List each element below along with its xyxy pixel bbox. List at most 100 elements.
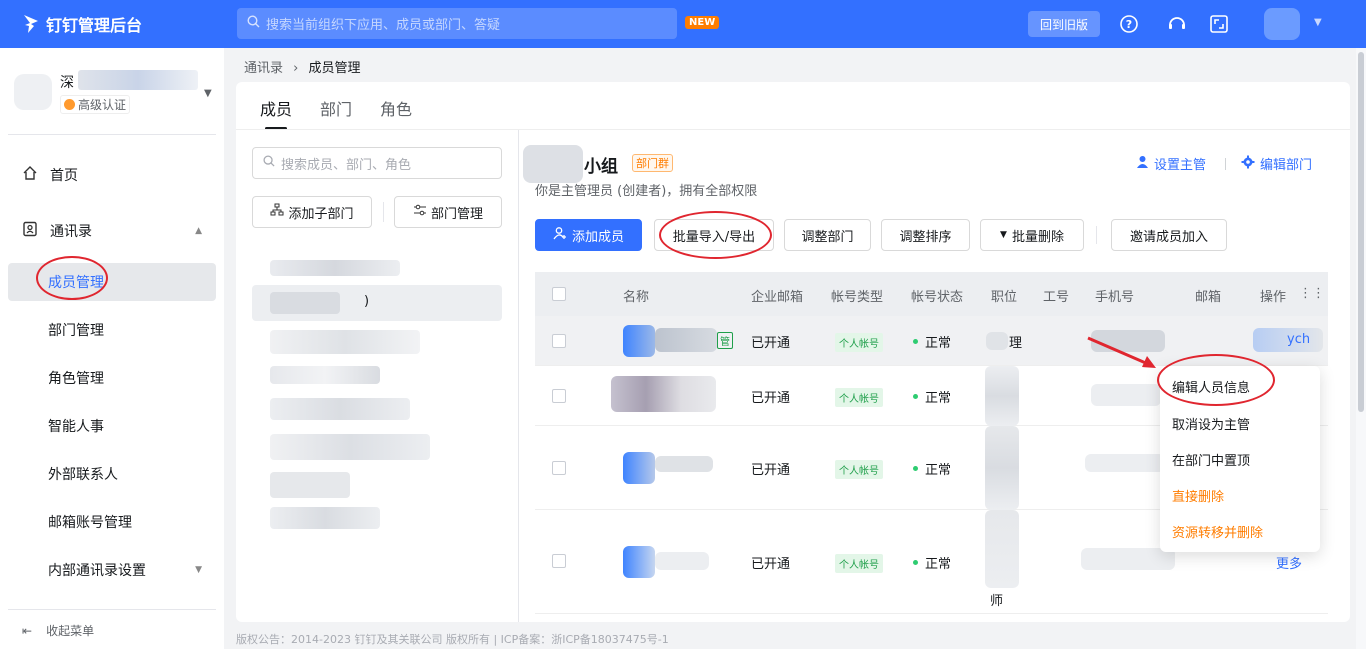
help-icon[interactable]: ? (1118, 13, 1140, 35)
member-name-redacted (611, 376, 716, 412)
breadcrumb: 通讯录 › 成员管理 (244, 57, 361, 76)
dept-tree-item[interactable] (270, 260, 400, 276)
annotation-circle (659, 211, 772, 259)
sidebar-item-mailbox-accounts[interactable]: 邮箱账号管理 (0, 503, 224, 541)
col-job-number[interactable]: 工号 (1043, 286, 1069, 305)
menu-item-pin-top[interactable]: 在部门中置顶 (1172, 450, 1250, 469)
user-avatar[interactable] (1264, 8, 1300, 40)
adjust-dept-button[interactable]: 调整部门 (784, 219, 871, 251)
tabs-divider (236, 129, 1350, 130)
page-scrollbar[interactable] (1356, 48, 1366, 649)
account-type-badge: 个人帐号 (835, 460, 883, 479)
sidebar-item-home[interactable]: 首页 (0, 156, 224, 194)
chevron-down-icon: ▼ (195, 565, 202, 575)
col-account-status[interactable]: 帐号状态 (911, 286, 963, 305)
tab-departments[interactable]: 部门 (320, 96, 352, 130)
col-enterprise-email[interactable]: 企业邮箱 (751, 286, 803, 305)
dept-tree-item[interactable] (270, 366, 380, 384)
breadcrumb-separator-icon: › (293, 61, 299, 76)
contacts-icon (22, 221, 38, 241)
phone-redacted (1081, 548, 1175, 570)
chevron-down-icon[interactable]: ▼ (204, 88, 212, 99)
position-redacted (985, 426, 1019, 510)
row-checkbox[interactable] (552, 334, 566, 348)
annotation-circle (1157, 354, 1275, 406)
sidebar-item-role-management[interactable]: 角色管理 (0, 359, 224, 397)
menu-item-delete[interactable]: 直接删除 (1172, 486, 1224, 505)
dept-manage-button[interactable]: 部门管理 (394, 196, 502, 228)
col-position[interactable]: 职位 (991, 286, 1017, 305)
sidebar-item-internal-contacts-settings[interactable]: 内部通讯录设置 ▼ (0, 551, 224, 589)
sidebar-item-label: 通讯录 (50, 224, 92, 240)
more-link[interactable]: 更多 (1276, 553, 1302, 572)
email-status: 已开通 (751, 391, 791, 406)
add-sub-dept-button[interactable]: 添加子部门 (252, 196, 372, 228)
col-name[interactable]: 名称 (623, 286, 649, 305)
dept-tree-item[interactable] (270, 472, 350, 498)
dept-tree-item[interactable] (270, 507, 380, 529)
scrollbar-thumb[interactable] (1358, 52, 1364, 412)
col-phone[interactable]: 手机号 (1095, 286, 1134, 305)
sidebar-item-dept-management[interactable]: 部门管理 (0, 311, 224, 349)
sidebar-item-label: 首页 (50, 168, 78, 184)
account-type-badge: 个人帐号 (835, 388, 883, 407)
dept-search-input[interactable]: 搜索成员、部门、角色 (252, 147, 502, 179)
position-text: 师 (990, 594, 1004, 609)
home-icon (22, 165, 38, 185)
fullscreen-icon[interactable] (1208, 13, 1230, 35)
edit-dept-link[interactable]: 编辑部门 (1241, 154, 1312, 173)
old-version-button[interactable]: 回到旧版 (1028, 11, 1100, 37)
member-name-redacted (655, 552, 709, 570)
adjust-order-button[interactable]: 调整排序 (881, 219, 970, 251)
account-status: 正常 (913, 553, 951, 572)
global-search-input[interactable]: 搜索当前组织下应用、成员或部门、答疑 (237, 8, 677, 39)
tab-roles[interactable]: 角色 (380, 96, 412, 130)
app-logo[interactable]: 钉钉管理后台 (22, 12, 142, 36)
status-dot (913, 466, 918, 471)
select-all-checkbox[interactable] (552, 287, 566, 301)
link-separator (1225, 158, 1226, 170)
status-dot (913, 394, 918, 399)
dept-tree-item[interactable] (270, 434, 430, 460)
top-bar: 钉钉管理后台 搜索当前组织下应用、成员或部门、答疑 NEW 回到旧版 ? ▼ (0, 0, 1366, 48)
row-checkbox[interactable] (552, 389, 566, 403)
account-type-badge: 个人帐号 (835, 554, 883, 573)
col-account-type[interactable]: 帐号类型 (831, 286, 883, 305)
batch-delete-button[interactable]: ▼ 批量删除 (980, 219, 1084, 251)
button-separator (383, 202, 384, 222)
sidebar-item-label: 邮箱账号管理 (48, 515, 132, 531)
column-settings-icon[interactable]: ⋮⋮ (1299, 286, 1325, 301)
tab-members[interactable]: 成员 (260, 96, 292, 130)
collapse-menu-button[interactable]: ⇤ 收起菜单 (22, 622, 94, 639)
copyright-footer: 版权公告：2014-2023 钉钉及其关联公司 版权所有 | ICP备案：浙IC… (236, 633, 669, 646)
phone-redacted (1091, 384, 1161, 406)
headset-icon[interactable] (1166, 13, 1188, 35)
menu-item-unset-manager[interactable]: 取消设为主管 (1172, 414, 1250, 433)
sidebar-item-smart-hr[interactable]: 智能人事 (0, 407, 224, 445)
auth-badge: 高级认证 (60, 95, 131, 114)
add-member-button[interactable]: 添加成员 (535, 219, 642, 251)
sidebar-item-contacts[interactable]: 通讯录 ▲ (0, 212, 224, 250)
dept-tree-item[interactable] (270, 398, 410, 420)
phone-redacted (1085, 454, 1165, 472)
member-avatar (623, 452, 655, 484)
dept-tree-item[interactable] (270, 330, 420, 354)
sidebar-item-label: 部门管理 (48, 323, 104, 339)
invite-member-button[interactable]: 邀请成员加入 (1111, 219, 1227, 251)
row-checkbox[interactable] (552, 554, 566, 568)
set-manager-link[interactable]: 设置主管 (1136, 154, 1206, 173)
breadcrumb-parent[interactable]: 通讯录 (244, 61, 283, 76)
row-action-link[interactable]: ych (1287, 332, 1310, 347)
collapse-label: 收起菜单 (46, 624, 95, 638)
email-status: 已开通 (751, 557, 791, 572)
row-checkbox[interactable] (552, 461, 566, 475)
member-avatar (623, 325, 655, 357)
group-tag: 部门群 (632, 154, 673, 172)
sidebar-item-member-management[interactable]: 成员管理 (0, 263, 224, 301)
sidebar-item-external-contacts[interactable]: 外部联系人 (0, 455, 224, 493)
position-text: 理 (1009, 336, 1023, 351)
org-switcher[interactable]: 深 高级认证 ▼ (14, 68, 214, 138)
col-email[interactable]: 邮箱 (1195, 286, 1221, 305)
chevron-down-icon[interactable]: ▼ (1314, 17, 1322, 28)
menu-item-transfer-delete[interactable]: 资源转移并删除 (1172, 522, 1263, 541)
